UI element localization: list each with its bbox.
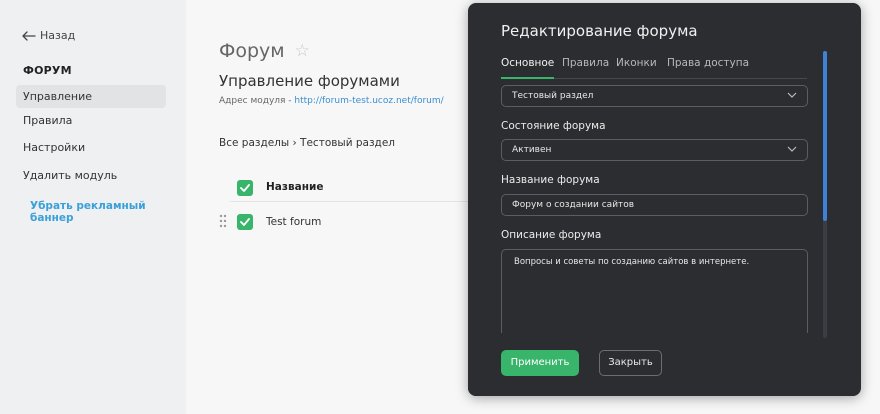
select-all-checkbox[interactable] — [237, 180, 253, 196]
chevron-down-icon — [787, 146, 797, 152]
sidebar-item-management[interactable]: Управление — [16, 85, 166, 108]
arrow-left-icon — [22, 30, 36, 41]
star-icon[interactable]: ☆ — [295, 41, 310, 61]
back-label: Назад — [40, 29, 76, 42]
remove-banner-link[interactable]: Убрать рекламный баннер — [30, 200, 186, 224]
scrollbar-thumb[interactable] — [823, 51, 827, 221]
state-select[interactable]: Активен — [501, 139, 808, 161]
sidebar-item-settings[interactable]: Настройки — [16, 136, 166, 159]
sidebar-item-delete-module[interactable]: Удалить модуль — [16, 164, 166, 187]
check-icon — [240, 184, 250, 192]
sidebar: Назад ФОРУМ Управление Правила Настройки… — [0, 0, 186, 414]
tab-icons[interactable]: Иконки — [616, 57, 657, 79]
sidebar-title: ФОРУМ — [23, 64, 72, 77]
state-label: Состояние форума — [501, 120, 606, 132]
check-icon — [240, 218, 250, 226]
page-title: Форум — [219, 40, 285, 62]
tab-rules[interactable]: Правила — [562, 57, 609, 79]
section-select-value: Тестовый раздел — [512, 91, 594, 101]
breadcrumb[interactable]: Все разделы › Тестовый раздел — [219, 137, 395, 149]
modal-tabs: Основное Правила Иконки Права доступа — [501, 55, 807, 79]
module-address-label: Адрес модуля - — [219, 96, 295, 106]
page-title-wrap: Форум ☆ — [219, 40, 310, 62]
apply-button[interactable]: Применить — [501, 350, 579, 376]
close-button[interactable]: Закрыть — [599, 350, 662, 376]
column-header-name: Название — [266, 181, 324, 193]
description-label: Описание форума — [501, 229, 602, 241]
page-subtitle: Управление форумами — [219, 72, 400, 90]
module-address: Адрес модуля - http://forum-test.ucoz.ne… — [219, 96, 444, 106]
section-select[interactable]: Тестовый раздел — [501, 85, 808, 107]
module-address-link[interactable]: http://forum-test.ucoz.net/forum/ — [294, 96, 443, 106]
name-label: Название форума — [501, 174, 600, 186]
tab-access-rights[interactable]: Права доступа — [667, 57, 749, 79]
state-select-value: Активен — [512, 145, 552, 155]
modal-title: Редактирование форума — [501, 22, 698, 40]
table-row-name[interactable]: Test forum — [266, 216, 321, 228]
sidebar-item-rules[interactable]: Правила — [16, 109, 166, 132]
chevron-down-icon — [787, 92, 797, 98]
row-checkbox[interactable] — [237, 214, 253, 230]
drag-handle-icon[interactable] — [219, 214, 227, 228]
back-link[interactable]: Назад — [22, 29, 75, 42]
tab-general[interactable]: Основное — [501, 57, 555, 79]
forum-name-input[interactable]: Форум о создании сайтов — [501, 194, 808, 216]
edit-forum-modal: Редактирование форума Основное Правила И… — [468, 3, 861, 396]
